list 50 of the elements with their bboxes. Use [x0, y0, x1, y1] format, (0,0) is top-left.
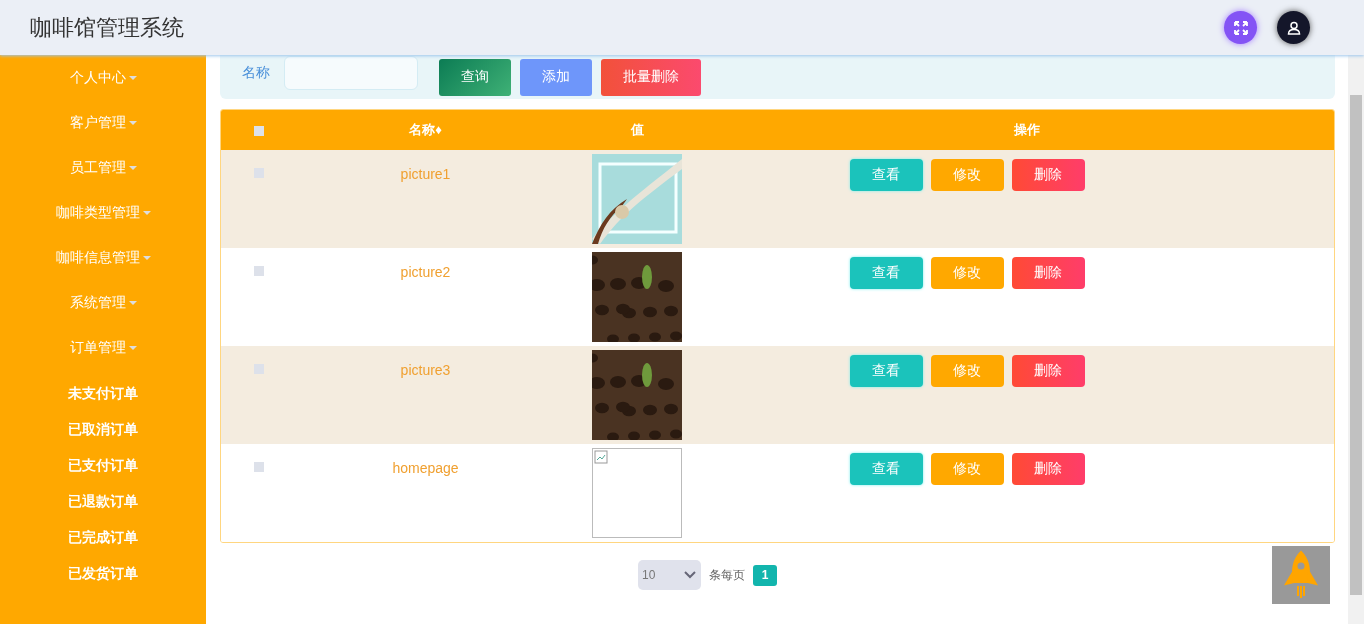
column-header[interactable]: 名称♦	[409, 121, 442, 139]
submenu-item[interactable]: 已退款订单	[0, 484, 206, 520]
fullscreen-icon[interactable]	[1224, 11, 1257, 44]
chevron-down-icon	[684, 571, 696, 579]
name-input[interactable]	[284, 56, 418, 90]
select-all-checkbox[interactable]	[254, 126, 264, 136]
menu-item[interactable]: 员工管理	[0, 145, 206, 190]
name-cell: picture1	[400, 166, 451, 182]
row-action-button[interactable]: 查看	[849, 257, 923, 289]
row-checkbox[interactable]	[254, 462, 264, 472]
scrollbar[interactable]	[1348, 55, 1364, 624]
name-cell: picture3	[400, 362, 451, 378]
submenu-item[interactable]: 已支付订单	[0, 448, 206, 484]
submenu-item[interactable]: 已完成订单	[0, 520, 206, 556]
menu-item[interactable]: 系统管理	[0, 280, 206, 325]
row-action-button[interactable]: 查看	[849, 159, 923, 191]
submenu-item[interactable]: 已发货订单	[0, 556, 206, 592]
name-cell: homepage	[392, 460, 459, 476]
column-header: 值	[630, 121, 644, 139]
row-action-button[interactable]: 删除	[1011, 257, 1085, 289]
menu-item[interactable]: 订单管理	[0, 325, 206, 370]
row-action-button[interactable]: 修改	[930, 159, 1004, 191]
toolbar-button[interactable]: 查询	[439, 58, 511, 96]
toolbar-button[interactable]: 批量删除	[601, 58, 701, 96]
row-action-button[interactable]: 修改	[930, 355, 1004, 387]
row-action-button[interactable]: 删除	[1011, 355, 1085, 387]
back-to-top-button[interactable]	[1272, 546, 1330, 604]
menu-item[interactable]: 咖啡信息管理	[0, 235, 206, 280]
row-action-button[interactable]: 删除	[1011, 453, 1085, 485]
menu-item[interactable]: 客户管理	[0, 100, 206, 145]
app-title: 咖啡馆管理系统	[30, 13, 184, 42]
row-checkbox[interactable]	[254, 266, 264, 276]
toolbar-button[interactable]: 添加	[520, 58, 592, 96]
page-button[interactable]: 1	[753, 564, 777, 586]
name-cell: picture2	[400, 264, 451, 280]
page-size-select[interactable]: 10	[638, 560, 701, 590]
row-action-button[interactable]: 删除	[1011, 159, 1085, 191]
row-action-button[interactable]: 查看	[849, 355, 923, 387]
menu-item[interactable]: 个人中心	[0, 55, 206, 100]
menu-item[interactable]: 咖啡类型管理	[0, 190, 206, 235]
column-header: 操作	[1014, 121, 1040, 139]
submenu-item[interactable]: 已取消订单	[0, 412, 206, 448]
per-page-label: 条每页	[709, 566, 745, 584]
row-action-button[interactable]: 查看	[849, 453, 923, 485]
submenu-item[interactable]: 未支付订单	[0, 376, 206, 412]
broken-image-icon	[594, 450, 608, 464]
row-action-button[interactable]: 修改	[930, 453, 1004, 485]
name-label: 名称	[242, 64, 270, 82]
user-icon[interactable]	[1277, 11, 1310, 44]
row-action-button[interactable]: 修改	[930, 257, 1004, 289]
